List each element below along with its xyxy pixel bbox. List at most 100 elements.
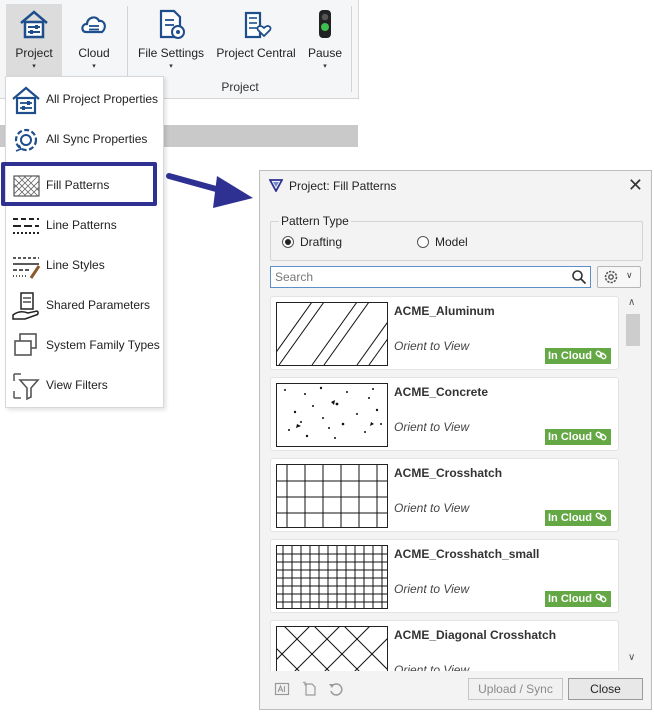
menu-item-label: Line Patterns	[46, 218, 117, 232]
pattern-orientation: Orient to View	[394, 663, 470, 671]
radio-drafting[interactable]: Drafting	[282, 235, 342, 249]
pattern-name: ACME_Diagonal Crosshatch	[394, 628, 557, 642]
dashed-lines-icon	[13, 218, 39, 234]
copy-document-icon[interactable]	[302, 681, 318, 697]
badge-label: In Cloud	[548, 431, 592, 443]
pattern-card[interactable]: ACME_Aluminum Orient to View In Cloud	[270, 296, 619, 370]
chevron-up-icon[interactable]: ∧	[628, 297, 635, 308]
scrollbar-thumb[interactable]	[626, 314, 640, 346]
list-scrollbar[interactable]: ∧ ∨	[624, 296, 642, 671]
cloud-ribbon-label: Cloud	[78, 46, 110, 60]
dialog-titlebar: Project: Fill Patterns ✕	[260, 171, 651, 199]
menu-item-system-family-types[interactable]: System Family Types	[6, 327, 163, 363]
close-icon[interactable]: ✕	[628, 175, 643, 195]
pattern-card[interactable]: ACME_Concrete Orient to View In Cloud	[270, 377, 619, 451]
pattern-thumbnail	[276, 464, 388, 528]
ribbon-separator	[351, 6, 352, 92]
gear-sync-icon	[14, 128, 38, 152]
radio-selected-icon[interactable]	[282, 236, 294, 248]
chevron-down-icon: ▾	[169, 63, 173, 70]
radio-model[interactable]: Model	[417, 235, 468, 249]
stacked-squares-icon	[14, 333, 37, 356]
chevron-down-icon[interactable]: ∨	[628, 652, 635, 663]
project-central-ribbon-label: Project Central	[216, 46, 296, 60]
pattern-list: ACME_Aluminum Orient to View In Cloud AC…	[270, 296, 620, 671]
menu-item-label: Line Styles	[46, 258, 105, 272]
pattern-name: ACME_Crosshatch_small	[394, 547, 540, 561]
pattern-orientation: Orient to View	[394, 501, 470, 515]
pattern-thumbnail	[276, 626, 388, 671]
project-central-ribbon-button[interactable]: Project Central	[213, 4, 299, 76]
dialog-title: Project: Fill Patterns	[289, 179, 397, 193]
crosshatch-preview	[277, 465, 387, 527]
pattern-thumbnail	[276, 302, 388, 366]
link-icon	[595, 512, 607, 522]
in-cloud-badge: In Cloud	[545, 429, 611, 445]
pattern-name: ACME_Aluminum	[394, 304, 495, 318]
chevron-down-icon: ∨	[626, 270, 633, 280]
in-cloud-badge: In Cloud	[545, 510, 611, 526]
close-button[interactable]: Close	[568, 678, 643, 700]
pattern-card[interactable]: ACME_Crosshatch_small Orient to View In …	[270, 539, 619, 613]
badge-label: In Cloud	[548, 512, 592, 524]
pause-ribbon-button[interactable]: Pause ▾	[303, 4, 347, 76]
chevron-down-icon: ▾	[323, 63, 327, 70]
radio-unselected-icon[interactable]	[417, 236, 429, 248]
callout-arrow-icon	[166, 173, 253, 208]
menu-item-all-project-properties[interactable]: All Project Properties	[6, 81, 163, 117]
menu-item-shared-parameters[interactable]: Shared Parameters	[6, 287, 163, 323]
pattern-orientation: Orient to View	[394, 420, 470, 434]
search-icon[interactable]	[571, 269, 587, 285]
pattern-thumbnail	[276, 383, 388, 447]
radio-label: Model	[435, 235, 468, 249]
pattern-name: ACME_Crosshatch	[394, 466, 503, 480]
gear-icon	[604, 270, 618, 284]
menu-item-view-filters[interactable]: View Filters	[6, 367, 163, 403]
menu-item-line-patterns[interactable]: Line Patterns	[6, 207, 163, 243]
building-heart-icon	[244, 11, 272, 39]
pause-ribbon-label: Pause	[307, 46, 343, 60]
radio-label: Drafting	[300, 235, 343, 249]
app-logo-icon	[269, 179, 283, 192]
file-settings-ribbon-label: File Settings	[137, 46, 205, 60]
menu-item-label: All Project Properties	[46, 92, 159, 106]
menu-item-line-styles[interactable]: Line Styles	[6, 247, 163, 283]
menu-item-all-sync-properties[interactable]: All Sync Properties	[6, 121, 163, 157]
chevron-down-icon: ▾	[92, 63, 96, 70]
diagonal-hatch-preview	[277, 303, 387, 365]
project-ribbon-button[interactable]: Project ▾	[6, 4, 62, 76]
badge-label: In Cloud	[548, 593, 592, 605]
link-icon	[595, 593, 607, 603]
text-box-icon[interactable]	[274, 681, 290, 697]
project-ribbon-label: Project	[15, 46, 53, 60]
cloud-sliders-icon	[81, 16, 106, 34]
document-gear-icon	[159, 9, 185, 39]
pattern-orientation: Orient to View	[394, 582, 470, 596]
fill-patterns-dialog: Project: Fill Patterns ✕ Pattern Type Dr…	[259, 170, 652, 710]
funnel-view-icon	[13, 373, 40, 401]
diagonal-crosshatch-preview	[277, 627, 387, 671]
pattern-card[interactable]: ACME_Crosshatch Orient to View In Cloud	[270, 458, 619, 532]
line-styles-icon	[13, 257, 41, 279]
pattern-orientation: Orient to View	[394, 339, 470, 353]
house-sliders-icon	[20, 10, 48, 39]
menu-item-label: View Filters	[46, 378, 108, 392]
pattern-card[interactable]: ACME_Diagonal Crosshatch Orient to View	[270, 620, 619, 671]
in-cloud-badge: In Cloud	[545, 348, 611, 364]
cloud-ribbon-button[interactable]: Cloud ▾	[66, 4, 122, 76]
hand-document-icon	[12, 292, 39, 320]
house-sliders-icon	[12, 86, 40, 115]
fill-patterns-highlight-box	[1, 162, 157, 206]
undo-history-icon[interactable]	[328, 681, 344, 697]
pattern-name: ACME_Concrete	[394, 385, 489, 399]
traffic-light-icon	[319, 10, 331, 38]
file-settings-ribbon-button[interactable]: File Settings ▾	[137, 4, 205, 76]
badge-label: In Cloud	[548, 350, 592, 362]
chevron-down-icon: ▾	[32, 63, 36, 70]
ribbon-group-label: Project	[221, 80, 259, 94]
search-input[interactable]	[270, 266, 591, 288]
crosshatch-small-preview	[277, 546, 387, 608]
pattern-thumbnail	[276, 545, 388, 609]
settings-dropdown-button[interactable]: ∨	[597, 266, 641, 288]
upload-sync-button[interactable]: Upload / Sync	[468, 678, 563, 700]
